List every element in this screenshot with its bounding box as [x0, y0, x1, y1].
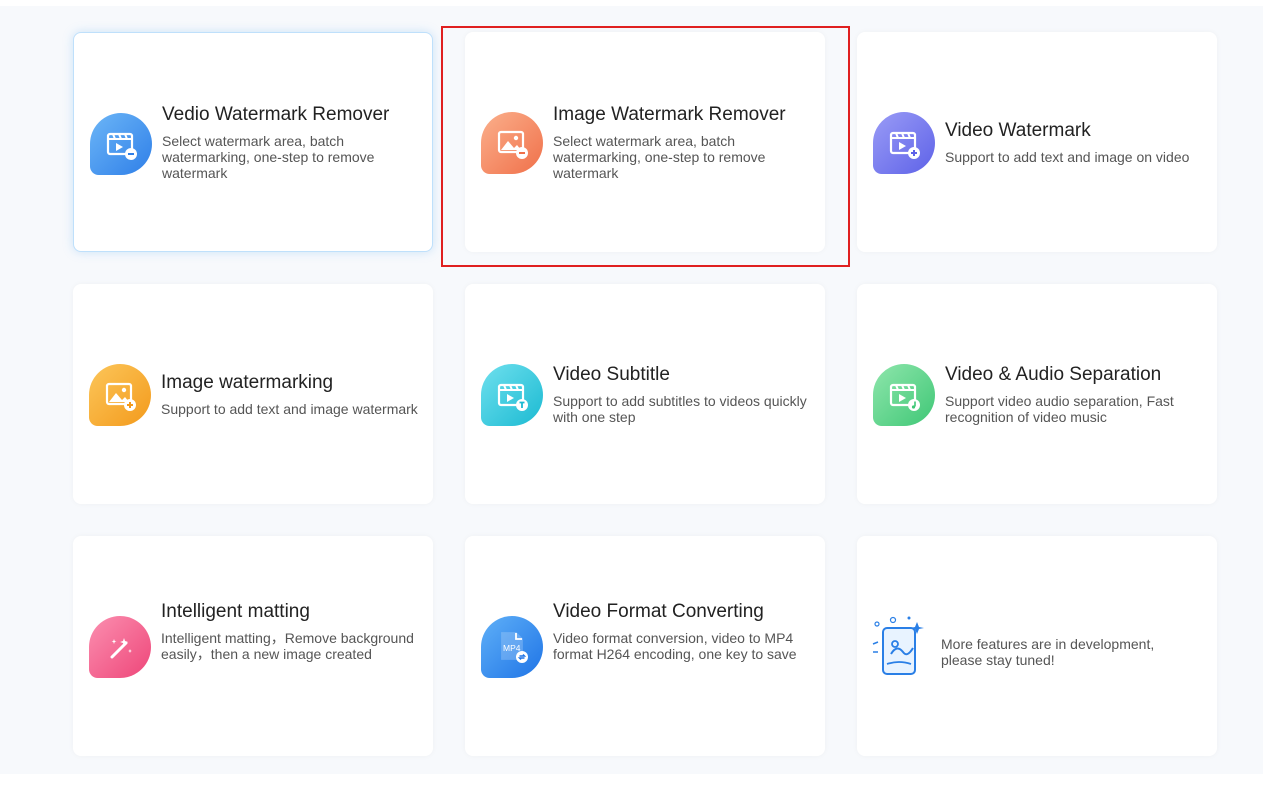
card-description: Select watermark area, batch watermarkin…: [162, 133, 375, 181]
card-more-features: More features are in development, please…: [857, 536, 1217, 756]
card-image-watermark-remover[interactable]: Image Watermark Remover Select watermark…: [465, 32, 825, 252]
development-illustration-icon: [872, 616, 924, 675]
card-title: Intelligent matting: [161, 601, 310, 622]
mp4-label: MP4: [503, 643, 521, 653]
video-minus-icon: [90, 113, 152, 175]
card-description: Select watermark area, batch watermarkin…: [553, 133, 766, 181]
card-intelligent-matting[interactable]: Intelligent matting Intelligent matting，…: [73, 536, 433, 756]
video-text-icon: [481, 364, 543, 426]
card-title: Video Watermark: [945, 120, 1091, 141]
image-plus-icon: [89, 364, 151, 426]
mp4-file-icon: MP4: [481, 616, 543, 678]
more-features-text: More features are in development, please…: [941, 636, 1155, 668]
card-video-format-converting[interactable]: MP4 Video Format Converting Video format…: [465, 536, 825, 756]
card-video-watermark[interactable]: Video Watermark Support to add text and …: [857, 32, 1217, 252]
card-description: Support to add text and image on video: [945, 149, 1190, 165]
card-video-audio-separation[interactable]: Video & Audio Separation Support video a…: [857, 284, 1217, 504]
magic-wand-icon: [89, 616, 151, 678]
card-description: Support video audio separation, Fast rec…: [945, 393, 1174, 425]
card-description: Intelligent matting，Remove background ea…: [161, 630, 414, 662]
card-description: Support to add text and image watermark: [161, 401, 418, 417]
card-title: Image Watermark Remover: [553, 104, 786, 125]
card-video-subtitle[interactable]: Video Subtitle Support to add subtitles …: [465, 284, 825, 504]
card-image-watermarking[interactable]: Image watermarking Support to add text a…: [73, 284, 433, 504]
video-music-icon: [873, 364, 935, 426]
card-title: Video Subtitle: [553, 364, 670, 385]
card-title: Video Format Converting: [553, 601, 764, 622]
card-title: Vedio Watermark Remover: [162, 104, 390, 125]
image-minus-icon: [481, 112, 543, 174]
card-description: Support to add subtitles to videos quick…: [553, 393, 807, 425]
video-plus-icon: [873, 112, 935, 174]
card-video-watermark-remover[interactable]: Vedio Watermark Remover Select watermark…: [73, 32, 433, 252]
card-title: Image watermarking: [161, 372, 334, 393]
card-title: Video & Audio Separation: [945, 364, 1162, 385]
card-description: Video format conversion, video to MP4 fo…: [553, 630, 797, 662]
